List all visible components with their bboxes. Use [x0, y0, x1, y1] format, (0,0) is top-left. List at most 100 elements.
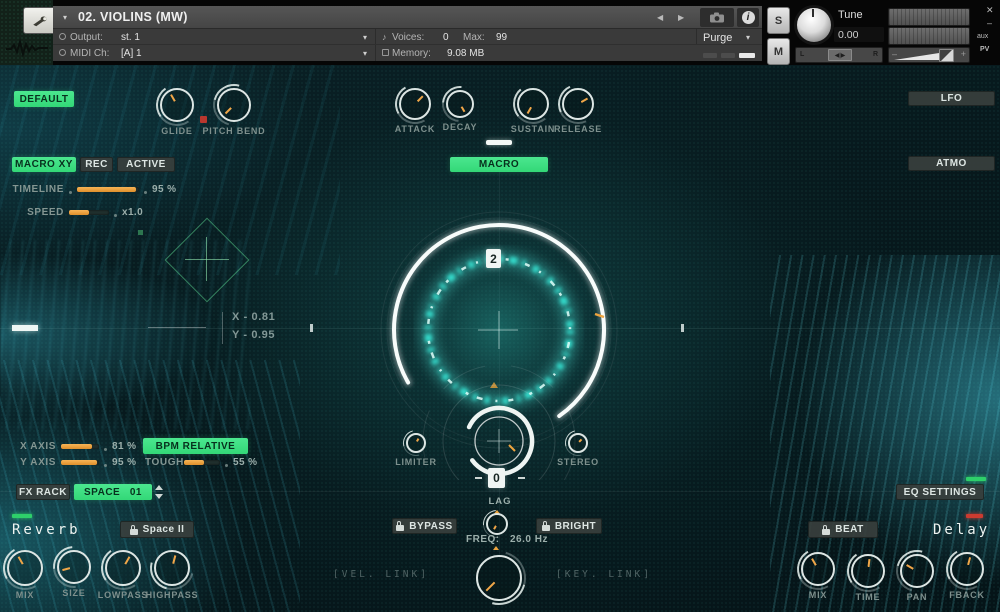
purge-button[interactable]: Purge — [703, 32, 732, 44]
memory-chip-icon — [382, 49, 389, 56]
freq-knob[interactable] — [486, 513, 508, 535]
output-label: Output: — [70, 32, 103, 43]
tough-slider[interactable] — [184, 460, 220, 465]
delay-led[interactable] — [966, 514, 983, 518]
voices-label: Voices: — [392, 32, 424, 43]
y-axis-slider-row: Y AXIS 95 % — [14, 457, 136, 468]
atmo-button[interactable]: ATMO — [908, 156, 995, 171]
pv-label[interactable]: PV — [980, 46, 989, 53]
bpm-relative-button[interactable]: BPM RELATIVE — [143, 438, 248, 454]
mute-button[interactable]: M — [767, 38, 790, 65]
purge-dropdown-icon[interactable]: ▾ — [746, 33, 750, 42]
delay-feedback-label: FBACK — [949, 590, 985, 600]
reverb-mix-knob[interactable] — [7, 550, 43, 586]
pan-handle[interactable]: ◀|▶ — [828, 49, 852, 61]
reverb-led[interactable] — [12, 514, 32, 518]
pitch-bend-label: PITCH BEND — [202, 126, 265, 136]
timeline-slider-row: TIMELINE 95 % — [8, 184, 176, 195]
pan-slider[interactable]: L R ◀|▶ — [795, 47, 883, 63]
rec-button[interactable]: REC — [80, 157, 113, 172]
tough-label: TOUGH — [145, 457, 179, 468]
delay-feedback-knob[interactable] — [950, 552, 984, 586]
reverb-size-knob[interactable] — [57, 550, 91, 584]
tough-value: 55 % — [233, 457, 257, 468]
header-output-row: Output: st. 1 ▾ ♪ Voices: 0 Max: 99 Purg… — [53, 29, 762, 45]
output-value[interactable]: st. 1 — [121, 32, 140, 43]
window-top-bar: ▾ 02. VIOLINS (MW) ◀ ▶ i Output: — [0, 0, 1000, 65]
lfo-button[interactable]: LFO — [908, 91, 995, 106]
volume-handle[interactable] — [939, 49, 954, 62]
default-preset-button[interactable]: DEFAULT — [14, 91, 74, 107]
prev-instrument-icon[interactable]: ◀ — [657, 13, 663, 22]
delay-pan-knob[interactable] — [900, 554, 934, 588]
bypass-button[interactable]: BYPASS — [392, 518, 457, 534]
limiter-knob[interactable] — [406, 433, 426, 453]
info-button[interactable]: i — [737, 8, 759, 27]
purge-meter-3 — [739, 53, 755, 58]
tune-value[interactable]: 0.00 — [834, 27, 884, 42]
fx-rack-button[interactable]: FX RACK — [16, 484, 70, 500]
bright-button[interactable]: BRIGHT — [536, 518, 602, 534]
reverb-mix-label: MIX — [16, 590, 34, 600]
wrench-button[interactable] — [23, 7, 56, 34]
macro-button[interactable]: MACRO — [450, 157, 548, 172]
pan-right-label: R — [873, 51, 878, 58]
timeline-slider[interactable] — [77, 187, 139, 192]
delay-mix-knob[interactable] — [801, 552, 835, 586]
volume-minus[interactable]: – — [892, 49, 897, 59]
pitch-bend-knob[interactable] — [217, 88, 251, 122]
purge-meter-2 — [721, 53, 735, 58]
instrument-title-bar[interactable]: ▾ 02. VIOLINS (MW) ◀ ▶ i — [53, 6, 762, 29]
y-axis-slider[interactable] — [61, 460, 99, 465]
x-coordinate-readout: X - 0.81 — [232, 311, 275, 323]
lag-dash-left — [475, 477, 482, 479]
active-button[interactable]: ACTIVE — [117, 157, 175, 172]
crosshair-tick-1 — [310, 324, 313, 332]
reverb-preset-button[interactable]: Space II — [120, 521, 194, 538]
collapse-caret-icon[interactable]: ▾ — [63, 13, 67, 22]
max-voices-value[interactable]: 99 — [496, 32, 507, 43]
delay-time-knob[interactable] — [851, 554, 885, 588]
reverb-lowpass-knob[interactable] — [105, 550, 141, 586]
macro-xy-tab[interactable]: MACRO XY — [12, 157, 76, 172]
vel-link-label[interactable]: [VEL. LINK] — [333, 569, 429, 580]
volume-plus[interactable]: + — [961, 49, 966, 59]
next-instrument-icon[interactable]: ▶ — [678, 13, 684, 22]
stereo-knob[interactable] — [568, 433, 588, 453]
eq-settings-button[interactable]: EQ SETTINGS — [896, 484, 984, 500]
snapshot-camera-button[interactable] — [700, 8, 734, 27]
level-meter-right — [888, 27, 970, 45]
decay-knob[interactable] — [446, 90, 474, 118]
key-link-label[interactable]: [KEY. LINK] — [556, 569, 652, 580]
reverb-highpass-knob[interactable] — [154, 550, 190, 586]
solo-button[interactable]: S — [767, 7, 790, 34]
sustain-knob[interactable] — [517, 88, 549, 120]
attack-knob[interactable] — [399, 88, 431, 120]
preset-down-icon[interactable] — [155, 494, 163, 499]
lag-value-box[interactable]: 0 — [488, 468, 505, 488]
midi-channel-value[interactable]: [A] 1 — [121, 48, 142, 59]
midi-dropdown-icon[interactable]: ▾ — [363, 49, 367, 58]
vel-key-link-knob[interactable] — [476, 555, 522, 601]
freq-value[interactable]: 26.0 Hz — [510, 534, 548, 545]
camera-icon — [709, 12, 725, 23]
x-axis-slider[interactable] — [61, 444, 99, 449]
tune-knob[interactable] — [794, 5, 834, 45]
max-voices-label: Max: — [463, 32, 485, 43]
space-preset-selector[interactable]: SPACE 01 — [74, 484, 152, 500]
release-knob[interactable] — [562, 88, 594, 120]
lag-dash-right — [518, 477, 525, 479]
eq-led — [966, 477, 986, 481]
glide-knob[interactable] — [160, 88, 194, 122]
bypass-label: BYPASS — [409, 521, 452, 532]
volume-slider[interactable]: – + — [888, 47, 970, 63]
stereo-label: STEREO — [557, 457, 599, 467]
preset-up-icon[interactable] — [155, 485, 163, 490]
minimize-icon[interactable]: – — [987, 18, 992, 28]
beat-button[interactable]: BEAT — [808, 521, 878, 538]
aux-label[interactable]: aux — [977, 33, 988, 40]
output-dropdown-icon[interactable]: ▾ — [363, 33, 367, 42]
freq-label: FREQ: — [466, 534, 500, 545]
close-icon[interactable]: ✕ — [986, 5, 994, 16]
speed-slider[interactable] — [69, 210, 109, 215]
